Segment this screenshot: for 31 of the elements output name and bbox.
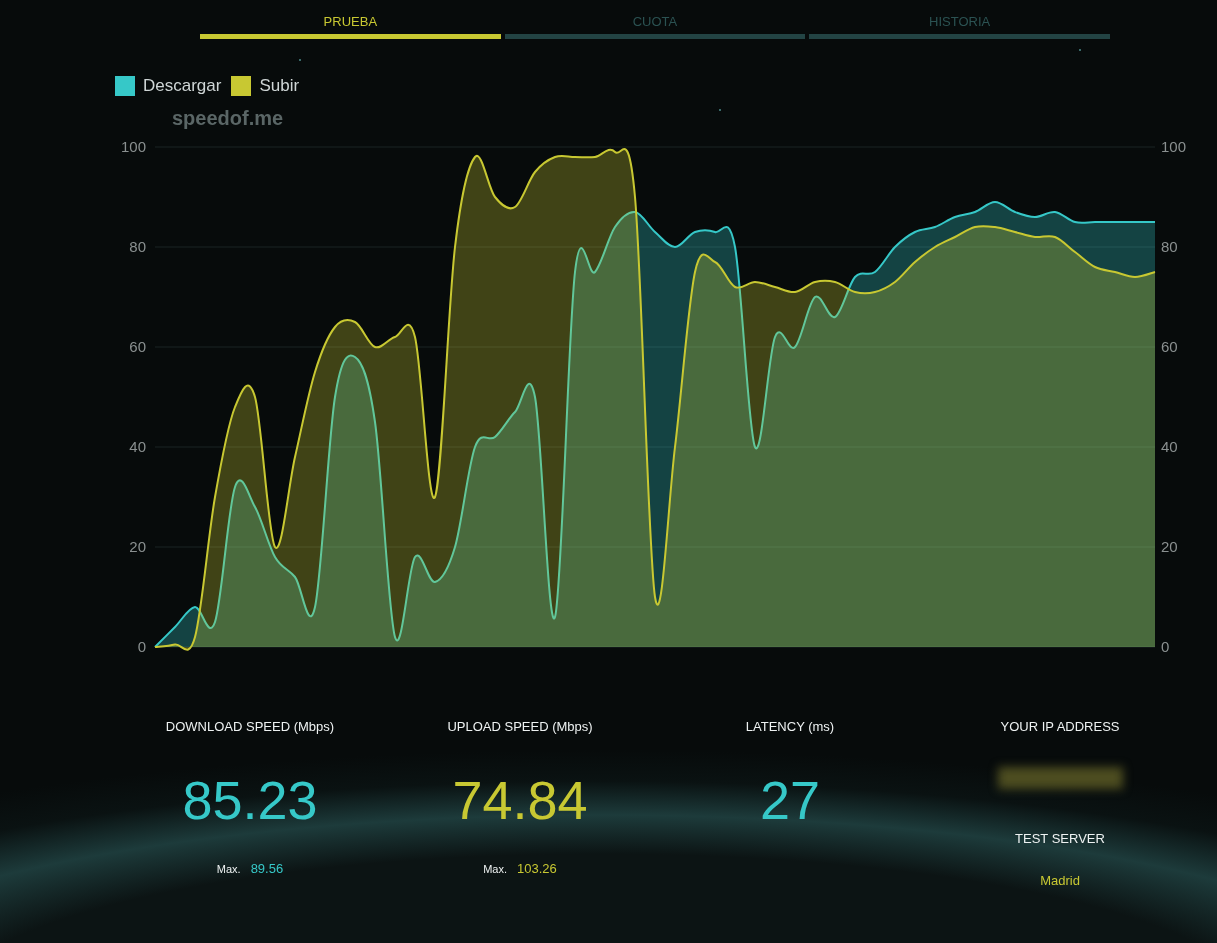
y-tick-label: 40 — [1161, 438, 1178, 455]
tab[interactable]: PRUEBA — [200, 14, 501, 39]
stat-value: 27 — [759, 769, 821, 832]
max-value: 103.26 — [517, 861, 557, 876]
stat-label: UPLOAD SPEED (Mbps) — [447, 719, 593, 736]
stat-label: LATENCY (ms) — [745, 719, 835, 736]
server-name: Madrid — [1040, 873, 1080, 888]
y-tick-label: 60 — [129, 338, 146, 355]
y-tick-label: 80 — [129, 238, 146, 255]
max-value: 89.56 — [250, 861, 284, 876]
legend-label: Descargar — [143, 76, 222, 96]
max-label: Max. — [483, 863, 508, 875]
stat-label: DOWNLOAD SPEED (Mbps) — [165, 719, 335, 736]
logo-text: speedof.me — [172, 107, 284, 129]
tab[interactable]: CUOTA — [504, 14, 806, 39]
y-tick-label: 40 — [129, 438, 146, 455]
y-tick-label: 100 — [120, 138, 146, 155]
stat-value: 74.84 — [452, 769, 588, 832]
stat-value: 85.23 — [182, 769, 318, 832]
y-tick-label: 0 — [137, 638, 146, 655]
ip-label: YOUR IP ADDRESS — [1000, 719, 1120, 736]
max-label: Max. — [216, 863, 241, 875]
y-tick-label: 80 — [1161, 238, 1178, 255]
server-label: TEST SERVER — [1015, 831, 1105, 848]
y-tick-label: 20 — [1161, 538, 1178, 555]
y-tick-label: 0 — [1161, 638, 1170, 655]
y-tick-label: 60 — [1161, 338, 1178, 355]
y-tick-label: 100 — [1161, 138, 1187, 155]
legend-label: Subir — [259, 76, 300, 96]
y-tick-label: 20 — [129, 538, 146, 555]
tab[interactable]: HISTORIA — [809, 14, 1110, 39]
